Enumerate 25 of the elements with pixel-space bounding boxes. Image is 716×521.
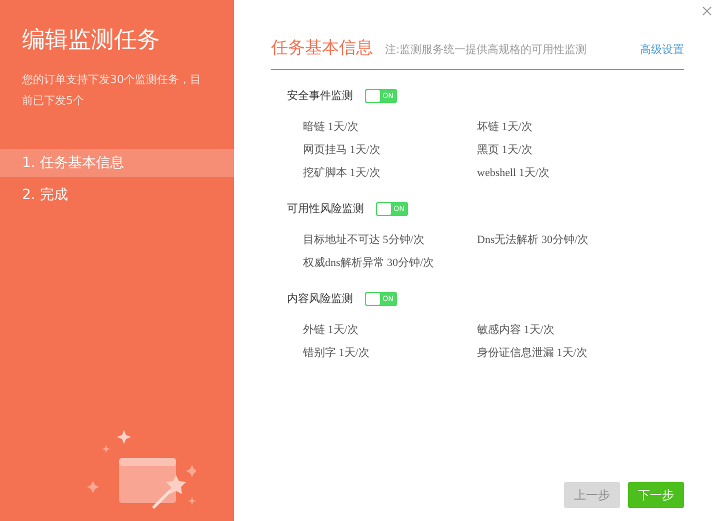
- monitor-item: 网页挂马 1天/次: [303, 143, 382, 158]
- monitor-item: 挖矿脚本 1天/次: [303, 166, 382, 181]
- monitor-item: 目标地址不可达 5分钟/次: [303, 233, 426, 248]
- monitor-item: 错别字 1天/次: [303, 346, 370, 361]
- monitor-item: 外链 1天/次: [303, 323, 360, 338]
- next-button[interactable]: 下一步: [628, 482, 684, 508]
- section-title: 任务基本信息: [271, 37, 373, 59]
- close-icon[interactable]: [702, 6, 712, 16]
- note-text: 注:监测服务统一提供高规格的可用性监测: [385, 42, 588, 57]
- monitor-category-label: 可用性风险监测: [287, 201, 364, 216]
- step-item[interactable]: 2. 完成: [0, 181, 234, 209]
- sidebar-description: 您的订单支持下发30个监测任务，目前已下发5个: [21, 72, 202, 109]
- monitor-item: Dns无法解析 30分钟/次: [477, 233, 590, 248]
- monitor-item: 权威dns解析异常 30分钟/次: [303, 256, 436, 271]
- monitor-item: webshell 1天/次: [477, 166, 550, 181]
- sidebar-title: 编辑监测任务: [21, 26, 161, 55]
- monitor-item: 敏感内容 1天/次: [477, 322, 556, 338]
- step-item[interactable]: 1. 任务基本信息: [0, 149, 234, 177]
- monitor-category-label: 安全事件监测: [287, 88, 353, 103]
- monitor-item: 坏链 1天/次: [477, 120, 534, 135]
- monitor-item: 身份证信息泄漏 1天/次: [477, 346, 588, 361]
- monitor-category-label: 内容风险监测: [287, 291, 353, 306]
- monitor-item: 暗链 1天/次: [303, 120, 360, 135]
- advanced-settings-link[interactable]: 高级设置: [640, 42, 684, 57]
- monitor-item: 黑页 1天/次: [477, 143, 534, 158]
